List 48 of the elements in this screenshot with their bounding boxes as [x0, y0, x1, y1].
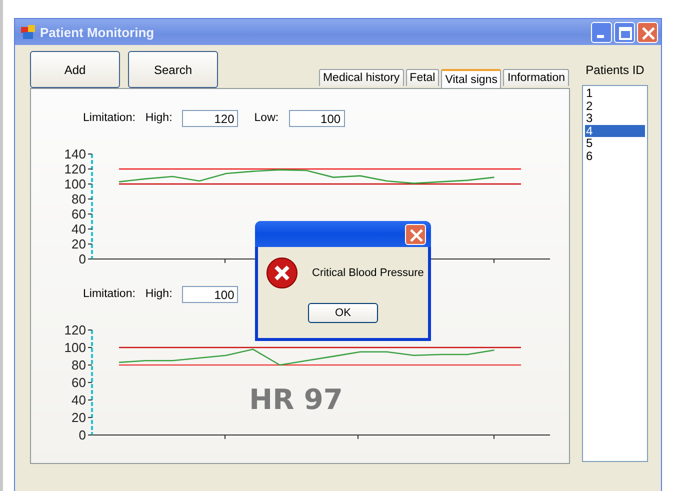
app-icon — [21, 25, 35, 39]
axis-tick-label: 100 — [64, 176, 86, 192]
patients-list[interactable]: 1 2 3 4 5 6 — [582, 85, 648, 462]
minimize-button[interactable] — [591, 22, 612, 42]
tab[interactable]: Information — [503, 69, 569, 86]
axis-tick-label: 60 — [72, 375, 86, 390]
action-button[interactable]: Add — [30, 51, 120, 88]
field-label: High: — [145, 112, 172, 124]
field-label: Limitation: — [83, 112, 136, 124]
list-item[interactable]: 2 — [585, 100, 645, 112]
list-item[interactable]: 5 — [585, 137, 645, 150]
axis-tick-label: 80 — [72, 192, 86, 206]
tab[interactable]: Vital signs — [441, 69, 502, 88]
close-button[interactable] — [405, 224, 426, 244]
field-label: Low: — [254, 112, 279, 124]
action-button[interactable]: Search — [128, 51, 218, 88]
axis-tick-label: 80 — [72, 358, 86, 372]
axis-tick-label: 60 — [72, 206, 86, 222]
alert-message: Critical Blood Pressure — [312, 267, 424, 279]
error-icon — [266, 257, 298, 289]
axis-tick-label: 20 — [72, 236, 86, 252]
input-field[interactable]: 120 — [182, 110, 238, 126]
list-item[interactable]: 6 — [585, 150, 645, 162]
tab[interactable]: Fetal — [406, 69, 440, 86]
field-label: Limitation: — [83, 288, 136, 300]
axis-tick-label: 20 — [72, 410, 86, 425]
close-button[interactable] — [637, 22, 658, 42]
list-item[interactable]: 4 — [585, 124, 645, 137]
list-item[interactable]: 3 — [585, 112, 645, 124]
axis-tick-label: 120 — [64, 322, 86, 338]
list-item[interactable]: 1 — [585, 87, 645, 100]
axis-tick-label: 0 — [78, 252, 86, 266]
axis-tick-label: 140 — [64, 146, 86, 162]
minimize-icon — [597, 34, 604, 38]
axis-tick-label: 40 — [72, 392, 86, 408]
reading-value: HR 97 — [249, 383, 343, 416]
list-title: Patients ID — [586, 63, 644, 77]
ok-button[interactable]: OK — [308, 303, 378, 323]
input-field[interactable]: 100 — [288, 110, 345, 126]
field-label: High: — [145, 288, 172, 300]
axis-tick-label: 0 — [78, 428, 86, 442]
axis-tick-label: 40 — [72, 222, 86, 236]
input-field[interactable]: 100 — [182, 286, 238, 302]
axis-tick-label: 100 — [64, 340, 86, 355]
tab[interactable]: Medical history — [318, 69, 404, 86]
window-title: Patient Monitoring — [40, 24, 154, 40]
axis-tick-label: 120 — [64, 162, 86, 176]
maximize-button[interactable] — [614, 22, 635, 42]
